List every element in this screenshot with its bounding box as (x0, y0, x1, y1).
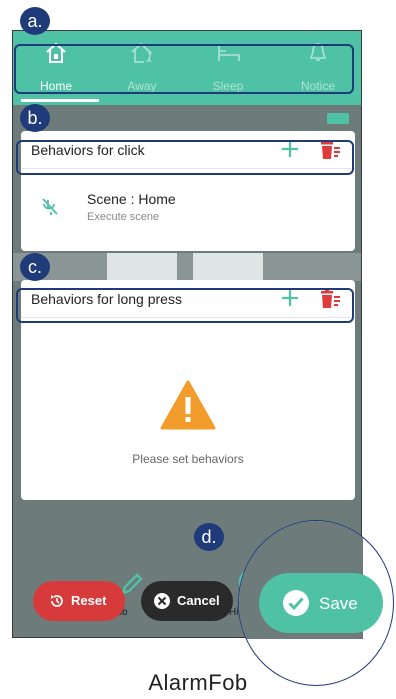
figure-caption: AlarmFob (148, 670, 248, 695)
empty-behaviors-message: Please set behaviors (132, 452, 244, 466)
cancel-label: Cancel (177, 593, 220, 608)
save-button[interactable]: Save (259, 573, 383, 633)
save-zoom-callout: Save (238, 520, 394, 686)
person-away-figure (193, 253, 263, 281)
annotation-d-badge: d. (194, 523, 224, 551)
cancel-icon (154, 593, 170, 609)
reset-icon (51, 595, 63, 607)
annotation-c-box (16, 288, 354, 323)
scene-subtitle: Execute scene (87, 211, 160, 223)
scene-behavior-row[interactable]: Scene : Home Execute scene (21, 179, 355, 239)
annotation-a-box (14, 44, 354, 94)
save-check-icon (283, 590, 309, 616)
annotation-c-badge: c. (20, 253, 50, 281)
person-home-figure (107, 253, 177, 281)
battery-icon (327, 113, 349, 124)
cancel-button[interactable]: Cancel (141, 581, 233, 621)
annotation-b-box (16, 140, 354, 175)
reset-button[interactable]: Reset (33, 581, 125, 621)
scene-title: Scene : Home (87, 191, 176, 207)
reset-label: Reset (71, 593, 107, 608)
active-tab-indicator (21, 99, 99, 102)
annotation-b-badge: b. (20, 104, 50, 132)
annotation-a-badge: a. (20, 7, 50, 35)
save-label: Save (319, 594, 358, 613)
device-background (13, 253, 361, 281)
warning-icon (160, 380, 216, 430)
scene-muted-icon (42, 198, 58, 215)
